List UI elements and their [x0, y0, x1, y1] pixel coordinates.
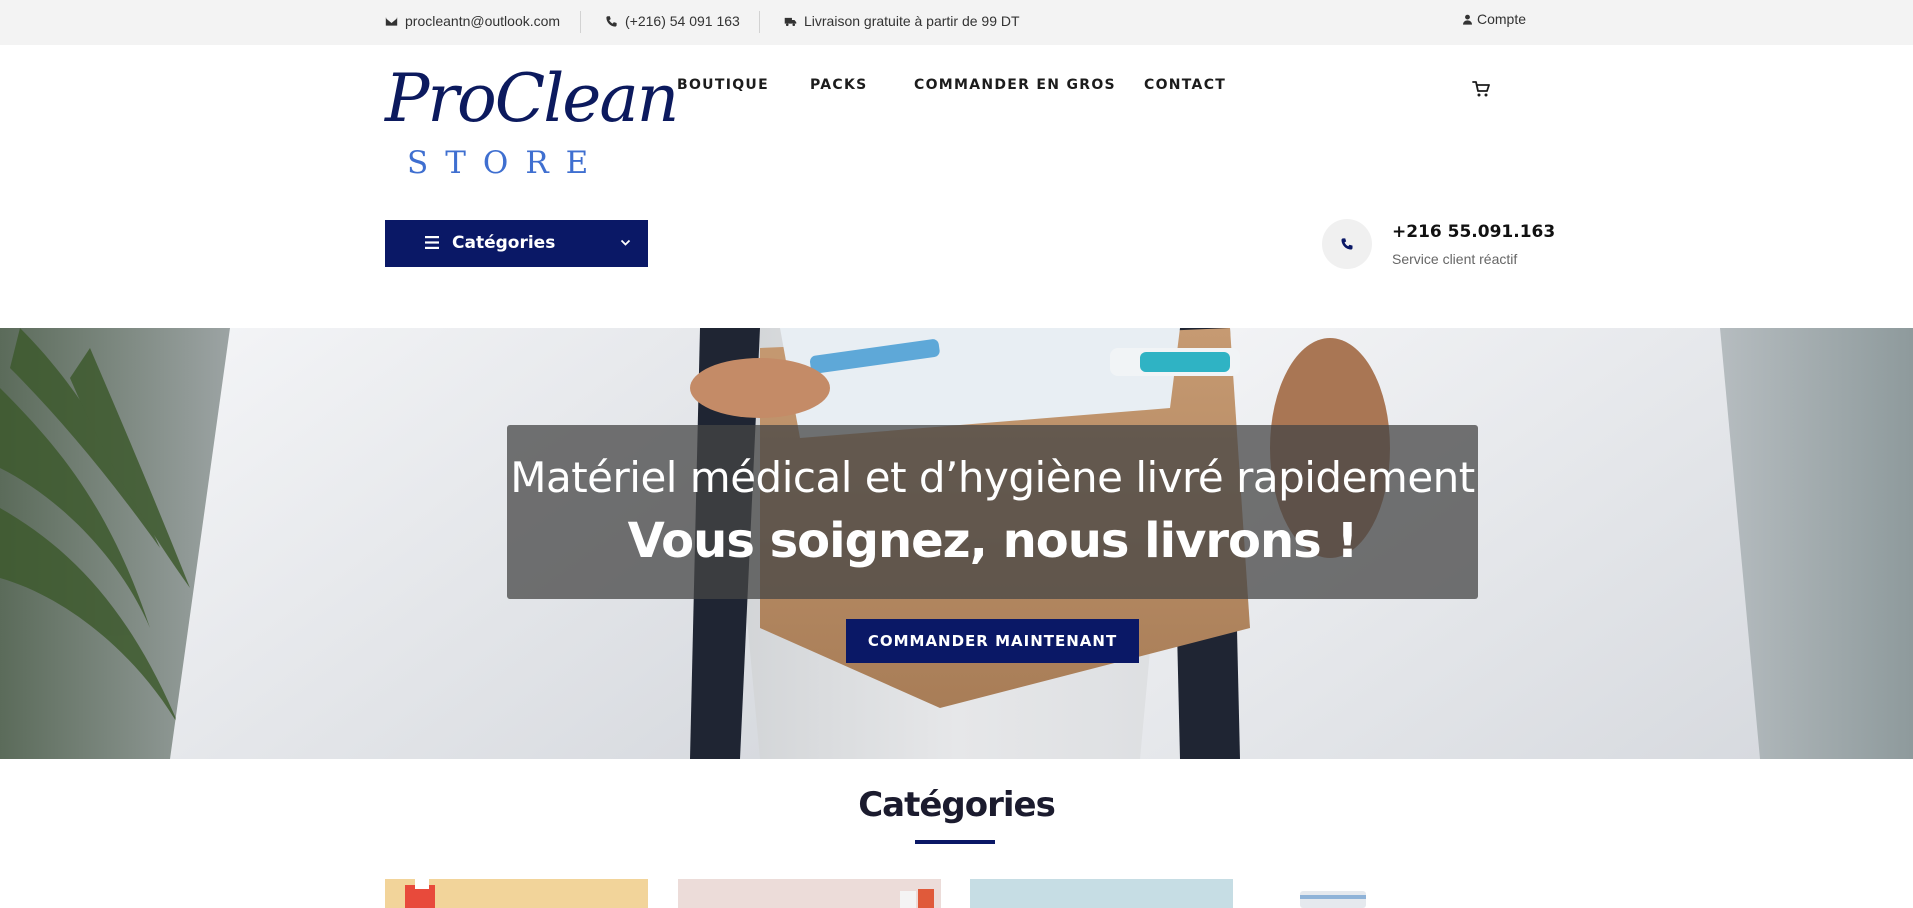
phone-icon	[606, 15, 617, 27]
cart-icon[interactable]	[1472, 80, 1490, 98]
categories-dropdown-button[interactable]: Catégories	[385, 220, 648, 267]
categories-button-label: Catégories	[452, 233, 556, 253]
section-title-underline	[915, 840, 995, 844]
site-logo[interactable]: ProClean STORE	[385, 66, 679, 186]
section-title: Catégories	[858, 785, 1056, 825]
category-image	[385, 879, 648, 908]
logo-wordmark: ProClean	[385, 60, 679, 137]
hero-overlay: Matériel médical et d’hygiène livré rapi…	[507, 425, 1478, 599]
nav-commander-en-gros[interactable]: COMMANDER EN GROS	[914, 77, 1116, 93]
support-phone-number[interactable]: +216 55.091.163	[1392, 222, 1555, 242]
envelope-icon	[385, 16, 398, 26]
topbar-phone[interactable]: (+216) 54 091 163	[605, 13, 740, 29]
nav-packs[interactable]: PACKS	[810, 77, 868, 93]
category-card[interactable]	[970, 879, 1233, 908]
order-now-button[interactable]: COMMANDER MAINTENANT	[846, 619, 1139, 663]
topbar-phone-text: (+216) 54 091 163	[625, 13, 740, 29]
category-card[interactable]	[1262, 879, 1525, 908]
account-label: Compte	[1477, 11, 1527, 27]
menu-icon	[425, 236, 439, 249]
account-link[interactable]: Compte	[1462, 11, 1526, 27]
nav-contact[interactable]: CONTACT	[1144, 77, 1226, 93]
topbar-divider	[580, 11, 581, 33]
category-image	[970, 879, 1233, 908]
hero-title: Matériel médical et d’hygiène livré rapi…	[510, 453, 1475, 502]
category-card[interactable]	[678, 879, 941, 908]
topbar-shipping: Livraison gratuite à partir de 99 DT	[784, 13, 1020, 29]
logo-subtitle: STORE	[407, 145, 606, 181]
user-icon	[1463, 14, 1472, 25]
support-subtitle: Service client réactif	[1392, 251, 1518, 267]
phone-icon	[1341, 238, 1353, 250]
category-card[interactable]	[385, 879, 648, 908]
hero-subtitle: Vous soignez, nous livrons !	[627, 513, 1359, 569]
topbar-shipping-text: Livraison gratuite à partir de 99 DT	[804, 13, 1020, 29]
truck-icon	[784, 17, 797, 26]
topbar-email[interactable]: procleantn@outlook.com	[385, 13, 560, 29]
chevron-down-icon	[620, 239, 631, 246]
category-image	[678, 879, 941, 908]
support-phone-badge	[1322, 219, 1372, 269]
topbar-divider	[759, 11, 760, 33]
topbar-email-text: procleantn@outlook.com	[405, 13, 561, 29]
nav-boutique[interactable]: BOUTIQUE	[677, 77, 769, 93]
top-bar: procleantn@outlook.com (+216) 54 091 163…	[0, 0, 1913, 45]
hero-banner: Matériel médical et d’hygiène livré rapi…	[0, 328, 1913, 759]
category-image	[1262, 879, 1525, 908]
